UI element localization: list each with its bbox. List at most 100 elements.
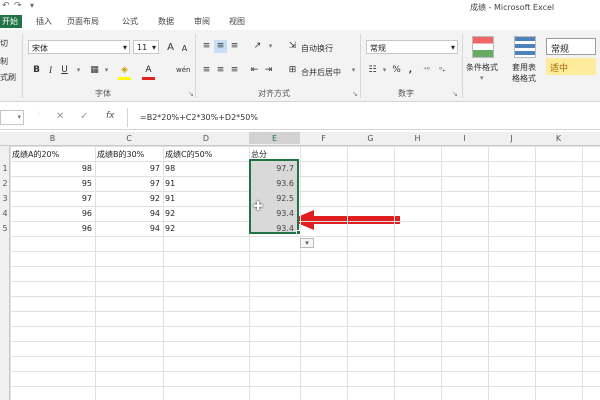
column-header-i[interactable]: I	[441, 134, 488, 143]
row-header-5[interactable]: 5	[0, 224, 10, 233]
align-center-icon[interactable]: ≡	[214, 64, 227, 77]
customize-icon[interactable]: ▾	[30, 1, 34, 10]
wrap-text-button[interactable]: 自动换行	[301, 43, 333, 54]
cell-c2[interactable]: 97	[96, 164, 160, 173]
tab-insert[interactable]: 插入	[36, 16, 52, 27]
font-size-select[interactable]: 11 ▾	[133, 40, 159, 54]
comma-button[interactable]: ,	[404, 64, 417, 77]
font-dialog-launcher-icon[interactable]: ↘	[188, 90, 194, 98]
enter-icon[interactable]: ✓	[80, 111, 88, 122]
cell-d3[interactable]: 91	[165, 179, 175, 188]
cell-c4[interactable]: 92	[96, 194, 160, 203]
cell-b6[interactable]: 96	[10, 224, 92, 233]
row-header-3[interactable]: 3	[0, 194, 10, 203]
cut-button[interactable]: 切	[0, 38, 8, 49]
border-dropdown-icon[interactable]: ▾	[100, 64, 113, 77]
tab-view[interactable]: 视图	[229, 16, 245, 27]
phonetic-button[interactable]: wén	[176, 64, 190, 77]
fill-color-icon[interactable]: ◈	[118, 64, 131, 77]
tab-data[interactable]: 数据	[158, 16, 174, 27]
column-header-j[interactable]: J	[488, 134, 535, 143]
row-header-1[interactable]: 1	[0, 164, 10, 173]
orientation-dropdown-icon[interactable]: ▾	[264, 40, 277, 53]
cell-e3[interactable]: 93.6	[276, 179, 294, 188]
style-good-swatch[interactable]: 适中	[546, 58, 596, 75]
cell-e2[interactable]: 97.7	[276, 164, 294, 173]
column-header-c[interactable]: C	[95, 134, 163, 143]
format-as-table-icon[interactable]	[514, 36, 536, 58]
auto-fill-options-icon[interactable]: ▾	[300, 238, 314, 248]
cell-d4[interactable]: 91	[165, 194, 175, 203]
row-header-2[interactable]: 2	[0, 179, 10, 188]
cell-c3[interactable]: 97	[96, 179, 160, 188]
format-painter-button[interactable]: 式刷	[0, 72, 16, 83]
cell-d2[interactable]: 98	[165, 164, 175, 173]
percent-button[interactable]: %	[390, 64, 403, 77]
header-cell-d[interactable]: 成绩C的50%	[165, 149, 212, 160]
cell-b3[interactable]: 95	[10, 179, 92, 188]
number-format-select[interactable]: 常规 ▾	[366, 40, 458, 54]
shrink-font-button[interactable]: A	[178, 42, 191, 55]
tab-home[interactable]: 开始	[0, 15, 22, 28]
cell-e6[interactable]: 93.4	[276, 224, 294, 233]
name-box[interactable]: ▾	[0, 110, 24, 125]
alignment-dialog-launcher-icon[interactable]: ↘	[352, 90, 358, 98]
cell-d5[interactable]: 92	[165, 209, 175, 218]
column-header-f[interactable]: F	[300, 134, 347, 143]
tab-review[interactable]: 审阅	[194, 16, 210, 27]
insert-function-icon[interactable]: fx	[106, 111, 115, 121]
selected-range[interactable]: 97.7 93.6 92.5 93.4 93.4 ✚	[249, 159, 299, 234]
wrap-text-icon[interactable]: ⇲	[286, 40, 299, 53]
increase-decimal-icon[interactable]: ⁺⁰	[420, 64, 433, 77]
conditional-format-button[interactable]: 条件格式	[466, 62, 498, 73]
increase-indent-icon[interactable]: ⇥	[262, 64, 275, 77]
align-right-icon[interactable]: ≡	[228, 64, 241, 77]
align-top-icon[interactable]: ≡	[200, 40, 213, 53]
cell-e4[interactable]: 92.5	[276, 194, 294, 203]
number-dialog-launcher-icon[interactable]: ↘	[452, 90, 458, 98]
column-header-d[interactable]: D	[163, 134, 249, 143]
row-header-4[interactable]: 4	[0, 209, 10, 218]
cancel-icon[interactable]: ✕	[56, 111, 64, 122]
underline-button[interactable]: U	[58, 64, 71, 77]
column-header-h[interactable]: H	[394, 134, 441, 143]
align-bottom-icon[interactable]: ≡	[228, 40, 241, 53]
cell-b5[interactable]: 96	[10, 209, 92, 218]
conditional-format-icon[interactable]	[472, 36, 494, 58]
align-middle-icon[interactable]: ≡	[214, 40, 227, 53]
cell-b2[interactable]: 98	[10, 164, 92, 173]
bold-button[interactable]: B	[30, 64, 43, 77]
tab-page-layout[interactable]: 页面布局	[67, 16, 99, 27]
header-cell-c[interactable]: 成绩B的30%	[97, 149, 144, 160]
align-left-icon[interactable]: ≡	[200, 64, 213, 77]
italic-button[interactable]: I	[44, 64, 57, 77]
orientation-icon[interactable]: ↗	[251, 40, 264, 53]
conditional-format-dropdown-icon[interactable]: ▾	[480, 74, 484, 82]
redo-icon[interactable]: ↷	[14, 1, 22, 11]
merge-center-button[interactable]: 合并后居中	[301, 67, 341, 78]
merge-icon[interactable]: ⊞	[286, 64, 299, 77]
formula-input[interactable]: =B2*20%+C2*30%+D2*50%	[127, 108, 600, 127]
column-header-e[interactable]: E	[249, 132, 300, 144]
decrease-indent-icon[interactable]: ⇤	[248, 64, 261, 77]
column-header-b[interactable]: B	[10, 134, 95, 143]
cell-c6[interactable]: 94	[96, 224, 160, 233]
fill-handle[interactable]	[296, 230, 301, 235]
copy-button[interactable]: 制	[0, 56, 8, 67]
cell-d6[interactable]: 92	[165, 224, 175, 233]
merge-dropdown-icon[interactable]: ▾	[347, 64, 360, 77]
column-header-k[interactable]: K	[535, 134, 582, 143]
header-cell-b[interactable]: 成绩A的20%	[12, 149, 59, 160]
cell-e5[interactable]: 93.4	[276, 209, 294, 218]
decrease-decimal-icon[interactable]: ⁰₊	[436, 64, 449, 77]
undo-icon[interactable]: ↶	[2, 1, 10, 11]
font-name-select[interactable]: 宋体 ▾	[28, 40, 130, 54]
tab-formulas[interactable]: 公式	[122, 16, 138, 27]
format-as-table-button[interactable]: 套用表格格式	[512, 62, 542, 84]
worksheet-grid[interactable]: 成绩A的20% 成绩B的30% 成绩C的50% 总分 98 97 98 95 9…	[10, 146, 600, 400]
grow-font-button[interactable]: A	[164, 41, 177, 54]
cell-c5[interactable]: 94	[96, 209, 160, 218]
style-normal-swatch[interactable]: 常规	[546, 38, 596, 55]
column-header-g[interactable]: G	[347, 134, 394, 143]
font-color-button[interactable]: A	[142, 64, 155, 77]
